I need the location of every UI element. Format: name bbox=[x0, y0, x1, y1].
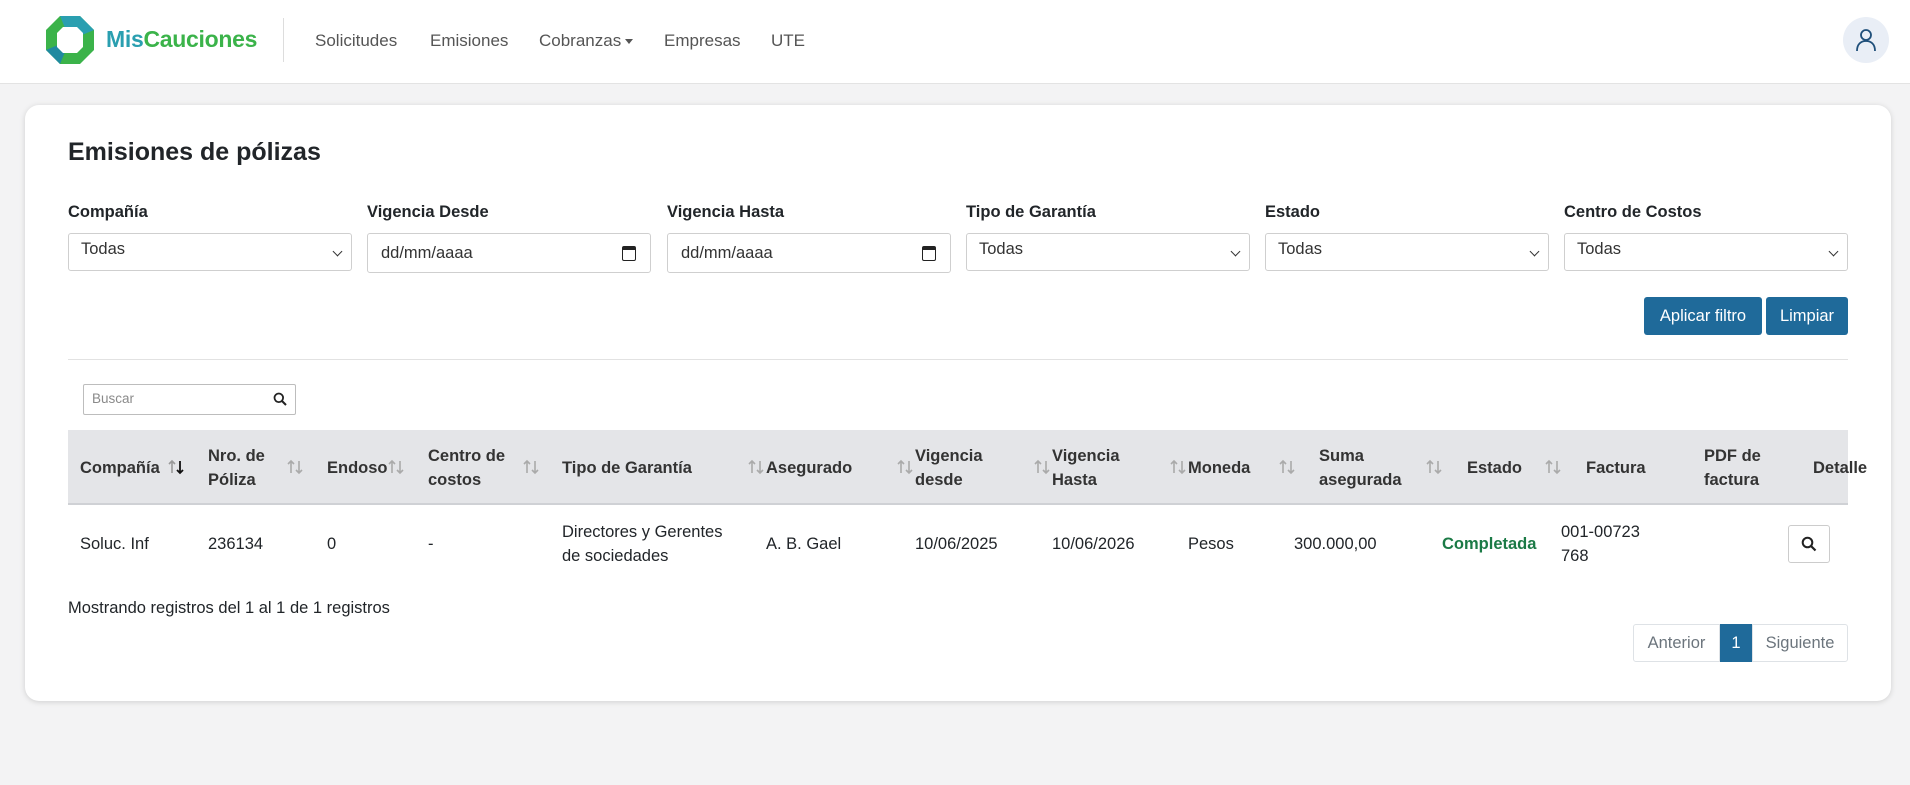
column-header-tipo-garantia[interactable]: Tipo de Garantía bbox=[562, 430, 722, 505]
sort-icon[interactable] bbox=[1032, 456, 1054, 478]
sort-desc-icon[interactable] bbox=[166, 456, 188, 478]
filter-centro-costos-label: Centro de Costos bbox=[1564, 203, 1702, 221]
nav-item-solicitudes[interactable]: Solicitudes bbox=[315, 31, 397, 51]
nav-divider bbox=[283, 18, 284, 62]
column-header-suma-asegurada[interactable]: Suma asegurada bbox=[1319, 430, 1419, 505]
filter-compania-value: Todas bbox=[81, 240, 126, 258]
sort-icon[interactable] bbox=[285, 456, 307, 478]
page-title: Emisiones de pólizas bbox=[68, 138, 321, 166]
caret-down-icon bbox=[625, 39, 634, 45]
nav-item-empresas[interactable]: Empresas bbox=[664, 31, 741, 51]
logo-icon[interactable] bbox=[44, 14, 96, 66]
column-header-moneda[interactable]: Moneda bbox=[1188, 430, 1258, 505]
cell-vigencia-desde: 10/06/2025 bbox=[915, 535, 998, 553]
cell-tipo-garantia: Directores y Gerentes de sociedades bbox=[562, 523, 723, 565]
brand-part-2: Cauciones bbox=[143, 26, 258, 52]
filter-tipo-garantia-label: Tipo de Garantía bbox=[966, 203, 1096, 221]
user-icon bbox=[1856, 29, 1876, 52]
cell-suma-asegurada: 300.000,00 bbox=[1294, 535, 1377, 553]
table-header: Compañía Nro. de Póliza Endoso Centro de… bbox=[68, 430, 1867, 505]
chevron-down-icon bbox=[332, 246, 343, 257]
column-header-detalle: Detalle bbox=[1813, 458, 1868, 477]
column-header-factura: Factura bbox=[1586, 458, 1646, 477]
cell-poliza: 236134 bbox=[208, 535, 264, 553]
column-header-estado[interactable]: Estado bbox=[1467, 430, 1537, 505]
detail-button[interactable] bbox=[1788, 525, 1830, 563]
column-header-pdf-factura: PDF de factura bbox=[1704, 446, 1761, 489]
nav-item-cobranzas-label: Cobranzas bbox=[539, 31, 622, 50]
cell-vigencia-hasta: 10/06/2026 bbox=[1052, 535, 1135, 553]
sort-icon[interactable] bbox=[1543, 456, 1565, 478]
filter-compania-label: Compañía bbox=[68, 203, 148, 221]
sort-icon[interactable] bbox=[746, 456, 768, 478]
filter-tipo-garantia-value: Todas bbox=[979, 240, 1024, 258]
status-badge: Completada bbox=[1442, 535, 1537, 553]
pagination-next-button[interactable]: Siguiente bbox=[1752, 624, 1848, 662]
chevron-down-icon bbox=[1828, 246, 1839, 257]
clear-filter-button[interactable]: Limpiar bbox=[1766, 297, 1848, 335]
pagination-prev-button[interactable]: Anterior bbox=[1633, 624, 1720, 662]
brand-name[interactable]: MisCauciones bbox=[106, 26, 257, 53]
cell-factura: 001-00723768 bbox=[1561, 523, 1640, 565]
filter-vigencia-desde-placeholder: dd/mm/aaaa bbox=[381, 244, 473, 262]
table-info: Mostrando registros del 1 al 1 de 1 regi… bbox=[68, 599, 390, 617]
chevron-down-icon bbox=[1529, 246, 1540, 257]
column-header-vigencia-hasta[interactable]: Vigencia Hasta bbox=[1052, 430, 1132, 505]
filter-estado-value: Todas bbox=[1278, 240, 1323, 258]
filter-vigencia-desde-input[interactable]: dd/mm/aaaa bbox=[367, 233, 651, 273]
pagination-page-1[interactable]: 1 bbox=[1720, 624, 1752, 662]
cell-moneda: Pesos bbox=[1188, 535, 1234, 553]
divider bbox=[68, 359, 1848, 360]
search-input[interactable]: Buscar bbox=[83, 384, 296, 415]
column-header-centro-costos[interactable]: Centro de costos bbox=[428, 430, 518, 505]
calendar-icon[interactable] bbox=[922, 246, 936, 261]
column-header-poliza[interactable]: Nro. de Póliza bbox=[208, 430, 278, 505]
search-placeholder: Buscar bbox=[92, 391, 135, 406]
sort-icon[interactable] bbox=[1277, 456, 1299, 478]
search-icon bbox=[1801, 536, 1817, 552]
filter-vigencia-desde-label: Vigencia Desde bbox=[367, 203, 489, 221]
column-header-asegurado[interactable]: Asegurado bbox=[766, 430, 866, 505]
chevron-down-icon bbox=[1230, 246, 1241, 257]
filter-vigencia-hasta-label: Vigencia Hasta bbox=[667, 203, 785, 221]
filter-estado-label: Estado bbox=[1265, 203, 1321, 221]
nav-item-cobranzas[interactable]: Cobranzas bbox=[539, 31, 634, 51]
sort-icon[interactable] bbox=[1424, 456, 1446, 478]
cell-centro-costos: - bbox=[428, 535, 434, 553]
sort-icon[interactable] bbox=[895, 456, 917, 478]
sort-icon[interactable] bbox=[386, 456, 408, 478]
emisiones-card: Emisiones de pólizas Compañía Todas Vige… bbox=[25, 105, 1891, 701]
filter-centro-costos-select[interactable]: Todas bbox=[1564, 233, 1848, 271]
nav-item-ute[interactable]: UTE bbox=[771, 31, 805, 51]
user-menu-button[interactable] bbox=[1843, 17, 1889, 63]
filter-centro-costos-value: Todas bbox=[1577, 240, 1622, 258]
top-navbar: MisCauciones Solicitudes Emisiones Cobra… bbox=[0, 0, 1910, 84]
apply-filter-button[interactable]: Aplicar filtro bbox=[1644, 297, 1762, 335]
nav-item-emisiones[interactable]: Emisiones bbox=[430, 31, 508, 51]
filter-tipo-garantia-select[interactable]: Todas bbox=[966, 233, 1250, 271]
column-header-compania[interactable]: Compañía bbox=[80, 430, 176, 505]
cell-endoso: 0 bbox=[327, 535, 337, 553]
cell-compania: Soluc. Inf bbox=[80, 535, 149, 553]
search-icon[interactable] bbox=[273, 392, 287, 406]
sort-icon[interactable] bbox=[1168, 456, 1190, 478]
filter-estado-select[interactable]: Todas bbox=[1265, 233, 1549, 271]
filter-vigencia-hasta-input[interactable]: dd/mm/aaaa bbox=[667, 233, 951, 273]
sort-icon[interactable] bbox=[521, 456, 543, 478]
filter-vigencia-hasta-placeholder: dd/mm/aaaa bbox=[681, 244, 773, 262]
cell-asegurado: A. B. Gael bbox=[766, 535, 842, 553]
column-header-vigencia-desde[interactable]: Vigencia desde bbox=[915, 430, 995, 505]
calendar-icon[interactable] bbox=[622, 246, 636, 261]
filter-compania-select[interactable]: Todas bbox=[68, 233, 352, 271]
brand-part-1: Mis bbox=[106, 26, 144, 52]
